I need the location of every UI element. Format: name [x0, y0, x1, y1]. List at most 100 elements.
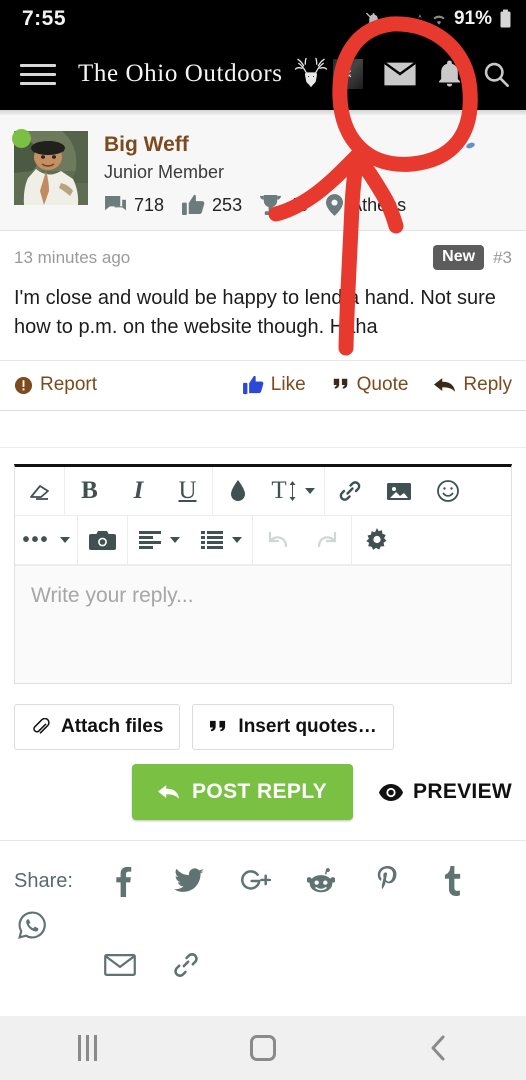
remove-formatting-icon[interactable] — [15, 467, 64, 515]
battery-icon — [499, 9, 512, 29]
search-icon[interactable] — [482, 60, 510, 88]
hamburger-menu-icon[interactable] — [20, 63, 56, 85]
back-button[interactable] — [398, 1016, 478, 1080]
report-label: Report — [40, 374, 98, 396]
insert-quotes-label: Insert quotes… — [238, 716, 377, 738]
submit-row: POST REPLY PREVIEW — [0, 750, 526, 838]
email-icon[interactable] — [102, 943, 138, 987]
attach-files-label: Attach files — [61, 716, 164, 738]
whatsapp-icon[interactable] — [14, 903, 50, 947]
more-options-icon[interactable]: ••• — [15, 516, 77, 564]
list-icon[interactable] — [190, 516, 252, 564]
status-bar: 7:55 91% — [0, 0, 526, 38]
post-timestamp: 13 minutes ago — [14, 247, 131, 267]
recents-button[interactable] — [48, 1016, 128, 1080]
stat-messages: 718 — [104, 195, 164, 216]
user-badge-icon[interactable]: ⚔ — [333, 59, 363, 89]
section-gap — [0, 410, 526, 449]
reply-arrow-icon — [434, 378, 456, 393]
quote-label: Quote — [356, 374, 409, 396]
bold-icon[interactable]: B — [65, 467, 114, 515]
reply-button[interactable]: Reply — [434, 374, 512, 396]
wifi-icon — [431, 13, 447, 26]
undo-icon[interactable] — [253, 516, 302, 564]
reply-editor: B I U T ••• Write your reply... — [14, 464, 512, 685]
status-time: 7:55 — [22, 7, 67, 30]
post-body: I'm close and would be happy to lend a h… — [14, 287, 496, 339]
android-nav-bar — [0, 1016, 526, 1080]
attach-button-row: Attach files Insert quotes… — [0, 684, 526, 751]
toolbar-row-1: B I U T — [15, 467, 511, 517]
user-stats: 718 253 46 Athens — [104, 194, 512, 217]
thumbs-up-icon — [182, 195, 205, 216]
report-icon — [14, 376, 33, 394]
underline-icon[interactable]: U — [163, 467, 212, 515]
status-icons: 91% — [365, 8, 512, 30]
user-title: Junior Member — [104, 162, 225, 183]
data-transfer-icon — [410, 12, 424, 27]
redo-icon[interactable] — [302, 516, 351, 564]
brand[interactable]: The Ohio Outdoors — [78, 56, 333, 92]
app-header: The Ohio Outdoors ⚔ — [0, 38, 526, 110]
reddit-icon[interactable] — [303, 859, 339, 903]
image-icon[interactable] — [374, 467, 423, 515]
pinterest-icon[interactable] — [369, 859, 405, 903]
post-number[interactable]: #3 — [493, 248, 512, 268]
font-size-icon[interactable]: T — [262, 467, 324, 515]
post-reply-label: POST REPLY — [191, 780, 328, 804]
reply-arrow-icon — [157, 785, 180, 800]
quote-icon — [210, 720, 226, 731]
eye-icon — [379, 783, 404, 801]
google-plus-icon[interactable] — [237, 859, 273, 903]
battery-percent: 91% — [453, 8, 492, 29]
emoji-icon[interactable] — [423, 467, 472, 515]
deer-antler-skull-icon — [294, 57, 327, 88]
post-actions: Report Like Quote Reply — [0, 360, 526, 410]
report-button[interactable]: Report — [14, 374, 97, 396]
stat-likes-value: 253 — [212, 194, 243, 215]
phone-screen: 7:55 91% The Ohio Outdoors ⚔ Big Weff Ju… — [0, 0, 526, 1080]
settings-gear-icon[interactable] — [352, 516, 401, 564]
stat-messages-value: 718 — [134, 194, 165, 215]
location-pin-icon — [326, 194, 344, 217]
quote-button[interactable]: Quote — [332, 374, 409, 396]
back-chevron-icon — [431, 1035, 445, 1061]
preview-button[interactable]: PREVIEW — [379, 780, 512, 804]
link-icon[interactable] — [325, 467, 374, 515]
home-button[interactable] — [223, 1016, 303, 1080]
link-icon[interactable] — [168, 943, 204, 987]
mail-icon[interactable] — [383, 61, 417, 87]
stat-trophies: 46 — [260, 194, 308, 216]
share-label: Share: — [14, 870, 73, 893]
avatar[interactable] — [12, 129, 88, 205]
status-badge: New — [433, 245, 485, 271]
page-content: Big Weff Junior Member 718 253 46 Athens… — [0, 110, 526, 996]
stat-location-value: Athens — [350, 194, 407, 215]
text-color-icon[interactable] — [213, 467, 262, 515]
header-icon-group: ⚔ — [333, 59, 510, 89]
brand-title: The Ohio Outdoors — [78, 60, 283, 87]
post-meta-right: New #3 — [433, 245, 512, 271]
toolbar-row-2: ••• — [15, 516, 511, 566]
trophy-icon — [260, 195, 282, 216]
reply-editor-wrap: B I U T ••• Write your reply... — [0, 448, 526, 685]
italic-icon[interactable]: I — [114, 467, 163, 515]
bell-icon[interactable] — [437, 60, 462, 88]
facebook-icon[interactable] — [105, 859, 141, 903]
stat-likes: 253 — [182, 194, 242, 216]
messages-icon — [105, 196, 126, 211]
post-meta: 13 minutes ago New #3 — [0, 231, 526, 274]
post-reply-button[interactable]: POST REPLY — [131, 764, 354, 821]
insert-quotes-button[interactable]: Insert quotes… — [192, 704, 394, 751]
twitter-icon[interactable] — [171, 859, 207, 903]
home-icon — [249, 1035, 276, 1061]
camera-icon[interactable] — [78, 516, 127, 564]
signal-icon — [389, 12, 403, 26]
username[interactable]: Big Weff — [104, 133, 512, 157]
share-section: Share: — [0, 841, 526, 995]
reply-input[interactable]: Write your reply... — [15, 565, 511, 684]
text-align-icon[interactable] — [128, 516, 190, 564]
like-button[interactable]: Like — [242, 374, 306, 396]
tumblr-icon[interactable] — [435, 859, 471, 903]
attach-files-button[interactable]: Attach files — [14, 704, 181, 751]
